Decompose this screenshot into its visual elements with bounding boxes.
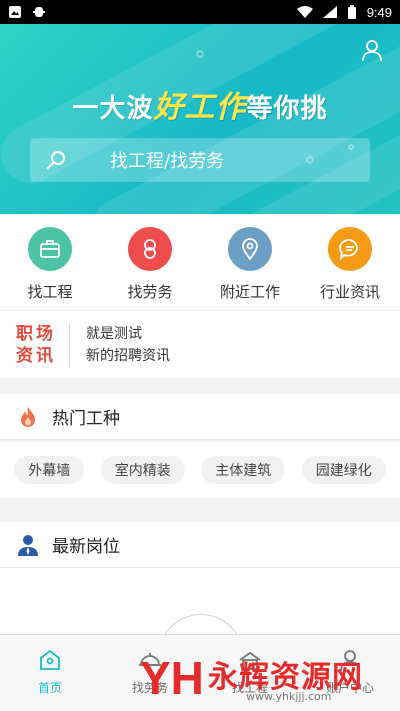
tab-label: 首页 [37, 681, 62, 695]
category-icon-circle [28, 227, 72, 271]
hero-banner: 一大波好工作等你挑 找工程/找劳务 [0, 24, 400, 214]
search-placeholder: 找工程/找劳务 [110, 151, 225, 172]
category-icon-circle [328, 227, 372, 271]
user-icon[interactable] [360, 38, 384, 62]
slogan-prefix: 一大波 [72, 94, 154, 124]
hero-decoration [196, 50, 204, 58]
category-label: 找工程 [27, 283, 73, 301]
person-suit-icon [18, 534, 38, 556]
section-title: 热门工种 [52, 409, 120, 429]
search-input[interactable]: 找工程/找劳务 [30, 138, 370, 182]
category-label: 附近工作 [219, 283, 280, 301]
flame-icon [21, 406, 35, 427]
watermark-logo: YH [140, 652, 204, 704]
worker-icon [144, 239, 156, 259]
news-item[interactable]: 就是测试 [86, 323, 170, 345]
section-title: 最新岗位 [52, 537, 120, 557]
category-label: 行业资讯 [319, 283, 380, 301]
job-tag[interactable]: 外幕墙 [14, 456, 85, 484]
briefcase-icon [40, 240, 60, 258]
news-logo-line: 职场 [16, 323, 56, 344]
category-nearby-jobs[interactable]: 附近工作 [200, 214, 300, 310]
news-item[interactable]: 新的招聘资讯 [86, 345, 170, 367]
bug-notification-icon [33, 7, 45, 17]
watermark: YH 永辉资源网 www.yhkjjj.com [140, 646, 390, 706]
wifi-icon [296, 6, 313, 18]
watermark-url: www.yhkjjj.com [246, 690, 332, 703]
category-industry-news[interactable]: 行业资讯 [300, 214, 400, 310]
category-icon-circle [228, 227, 272, 271]
news-logo: 职场 资讯 [0, 322, 70, 367]
news-logo-line: 资讯 [16, 345, 56, 366]
category-icon-circle [128, 227, 172, 271]
latest-jobs-header: 最新岗位 [0, 522, 400, 568]
chat-bubble-icon [339, 239, 358, 261]
search-icon [46, 151, 65, 170]
category-row: 找工程 找劳务 附近工作 行业资讯 [0, 214, 400, 310]
category-label: 找劳务 [127, 283, 173, 301]
hot-jobs-tags: 外幕墙 室内精装 主体建筑 园建绿化 [0, 442, 400, 498]
status-bar: 9:49 [0, 0, 400, 24]
signal-icon [322, 6, 337, 18]
hero-slogan: 一大波好工作等你挑 [0, 82, 400, 126]
tab-home[interactable]: 首页 [0, 635, 100, 711]
loading-placeholder [158, 614, 244, 634]
location-pin-icon [242, 238, 258, 261]
job-tag[interactable]: 室内精装 [100, 456, 185, 484]
category-find-labor[interactable]: 找劳务 [100, 214, 200, 310]
gallery-notification-icon [9, 6, 21, 18]
latest-jobs-list [0, 568, 400, 634]
slogan-highlight: 好工作 [153, 90, 247, 125]
status-time: 9:49 [366, 4, 392, 20]
job-tag[interactable]: 主体建筑 [201, 456, 286, 484]
category-find-project[interactable]: 找工程 [0, 214, 100, 310]
news-list: 就是测试 新的招聘资讯 [70, 323, 170, 367]
slogan-suffix: 等你挑 [246, 94, 328, 124]
hot-jobs-header: 热门工种 [0, 394, 400, 440]
job-tag[interactable]: 园建绿化 [301, 456, 386, 484]
battery-icon [347, 5, 356, 19]
news-ticker[interactable]: 职场 资讯 就是测试 新的招聘资讯 [0, 310, 400, 378]
svg-text:YH: YH [140, 652, 204, 704]
home-icon [40, 649, 60, 670]
